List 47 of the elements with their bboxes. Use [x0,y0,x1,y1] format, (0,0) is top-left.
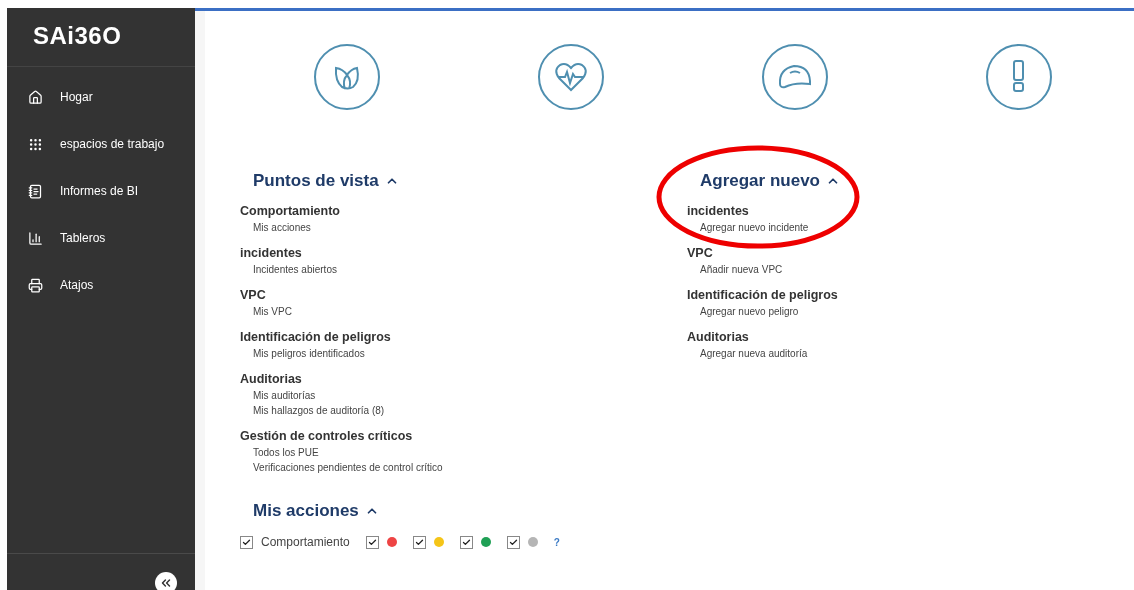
link[interactable]: Mis acciones [240,222,311,233]
section-heading[interactable]: Puntos de vista [240,171,399,191]
group-title: Comportamiento [240,204,341,218]
link[interactable]: Agregar nueva auditoría [687,348,808,359]
link[interactable]: Mis peligros identificados [240,348,365,359]
home-icon [28,89,43,105]
leaf-icon[interactable] [313,43,381,111]
link[interactable]: Agregar nuevo incidente [687,222,809,233]
grid-icon [28,136,43,152]
group-title: VPC [687,246,714,260]
checkbox[interactable] [412,535,426,549]
group-title: incidentes [240,246,303,260]
exclamation-icon[interactable] [985,43,1053,111]
help-link[interactable]: ? [553,536,560,548]
sidebar-item[interactable]: Atajos [28,272,195,298]
group-title: Auditorias [240,372,303,386]
checkbox[interactable] [365,535,379,549]
checkbox[interactable] [240,535,253,549]
group-title: Gestión de controles críticos [240,429,414,443]
link[interactable]: Mis auditorías [240,390,316,401]
link[interactable]: Añadir nueva VPC [687,264,783,275]
link[interactable]: Verificaciones pendientes de control crítico [240,462,443,473]
link[interactable]: Mis VPC [240,306,292,317]
checkbox[interactable] [506,535,520,549]
section-heading[interactable]: Agregar nuevo [687,171,840,191]
group-title: incidentes [687,204,750,218]
report-icon [28,183,43,199]
checkbox[interactable] [459,535,473,549]
group-title: Identificación de peligros [687,288,839,302]
section-heading[interactable]: Mis acciones [240,501,379,521]
link[interactable]: Incidentes abiertos [240,264,337,275]
group-title: VPC [240,288,267,302]
sidebar-item[interactable]: Tableros [28,225,195,251]
link[interactable]: Agregar nuevo peligro [687,306,799,317]
sidebar-item[interactable]: Hogar [28,84,195,110]
chart-icon [28,230,43,246]
filter-label: Comportamiento [261,535,350,549]
link[interactable]: Todos los PUE [240,447,319,458]
group-title: Identificación de peligros [240,330,392,344]
sidebar-item[interactable]: espacios de trabajo [28,131,195,157]
printer-icon [28,277,43,293]
link[interactable]: Mis hallazgos de auditoría (8) [240,405,385,416]
sidebar-item[interactable]: Informes de BI [28,178,195,204]
collapse-button[interactable] [155,572,177,590]
double-chevron-left-icon [159,576,173,590]
helmet-icon[interactable] [761,43,829,111]
group-title: Auditorias [687,330,750,344]
